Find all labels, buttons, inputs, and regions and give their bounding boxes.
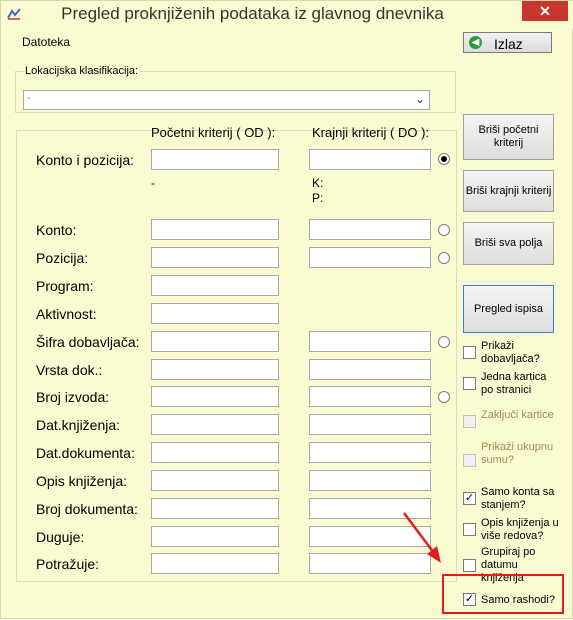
annotation-arrow-icon [403, 512, 441, 563]
main-window: Pregled proknjiženih podataka iz glavnog… [0, 0, 573, 619]
